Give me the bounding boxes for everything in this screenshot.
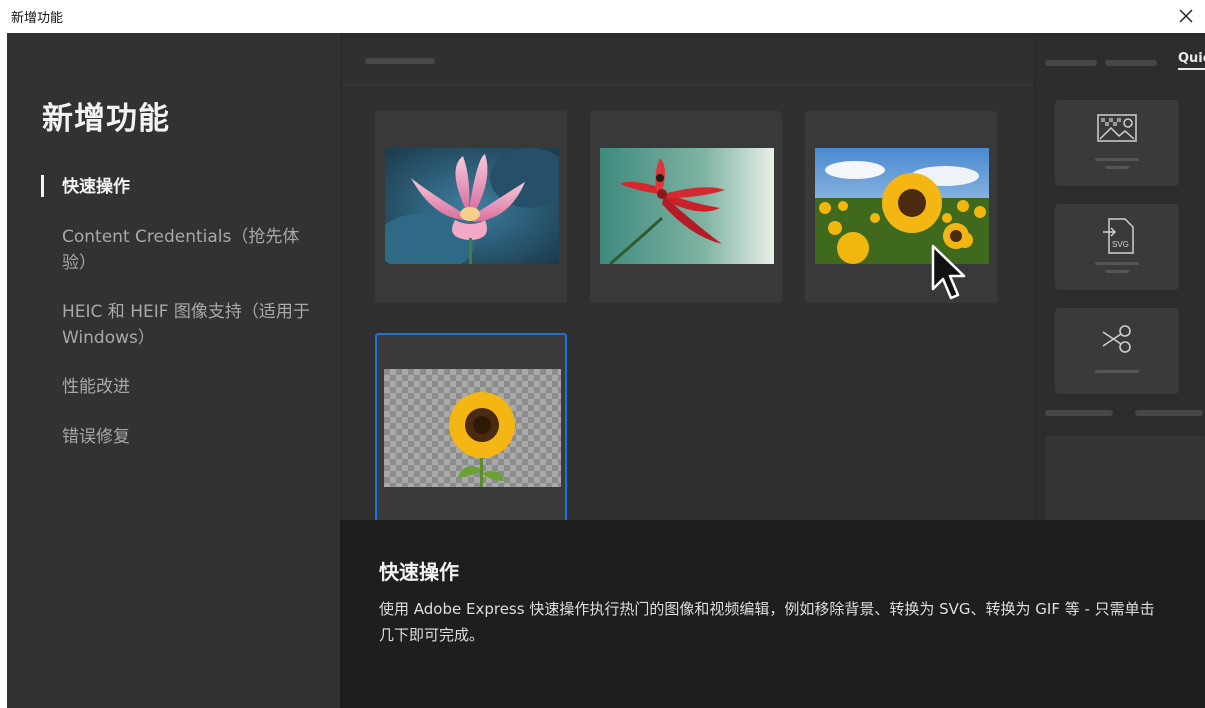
description-title: 快速操作 (379, 560, 459, 584)
lotus-image (385, 148, 559, 264)
placeholder-bar (1045, 410, 1113, 416)
sunflower-transparent-image (384, 369, 561, 487)
mockup-topbar (343, 38, 1033, 85)
sunflower-transparent-card[interactable] (375, 333, 567, 520)
tab-quick-actions[interactable]: Quic (1178, 51, 1205, 66)
sidebar-item-performance[interactable]: 性能改进 (62, 374, 312, 400)
sidebar-heading: 新增功能 (42, 101, 170, 137)
feature-preview: SVG Quic (340, 33, 1205, 520)
image-transparent-icon (1097, 114, 1137, 142)
svg-convert-icon: SVG (1103, 218, 1134, 254)
title-bar: 新增功能 (0, 0, 1205, 33)
mouse-cursor-icon (931, 244, 966, 300)
description-body: 使用 Adobe Express 快速操作执行热门的图像和视频编辑，例如移除背景… (379, 600, 1155, 644)
qa-tile-trim[interactable] (1055, 308, 1179, 394)
feature-description: 快速操作 使用 Adobe Express 快速操作执行热门的图像和视频编辑，例… (340, 520, 1205, 708)
placeholder-bar (365, 58, 435, 64)
scissors-icon (1102, 325, 1131, 353)
placeholder-bar (1135, 410, 1203, 416)
svg-text:SVG: SVG (1112, 240, 1129, 249)
placeholder-panel (1045, 436, 1205, 520)
window-title: 新增功能 (11, 11, 64, 26)
placeholder-bar (1045, 60, 1097, 66)
lotus-card[interactable] (375, 111, 567, 303)
sidebar: 新增功能 快速操作 Content Credentials（抢先体验） HEIC… (7, 33, 340, 708)
sidebar-item-heic-heif[interactable]: HEIC 和 HEIF 图像支持（适用于 Windows） (62, 299, 312, 351)
qa-tile-convert-svg[interactable]: SVG (1055, 204, 1179, 290)
placeholder-bar (1105, 60, 1157, 66)
sidebar-item-content-credentials[interactable]: Content Credentials（抢先体验） (62, 224, 312, 276)
quick-actions-panel: SVG (1037, 38, 1205, 520)
sunflower-field-card[interactable] (805, 111, 997, 303)
red-flower-image (600, 148, 774, 264)
close-icon[interactable] (1176, 6, 1196, 26)
active-indicator (41, 175, 44, 197)
whats-new-dialog: 新增功能 快速操作 Content Credentials（抢先体验） HEIC… (7, 33, 1205, 708)
red-flower-card[interactable] (590, 111, 782, 303)
qa-tile-remove-background[interactable] (1055, 100, 1179, 186)
sidebar-item-quick-actions[interactable]: 快速操作 (62, 174, 312, 200)
sidebar-item-bug-fixes[interactable]: 错误修复 (62, 424, 312, 450)
tab-underline (1178, 68, 1205, 70)
